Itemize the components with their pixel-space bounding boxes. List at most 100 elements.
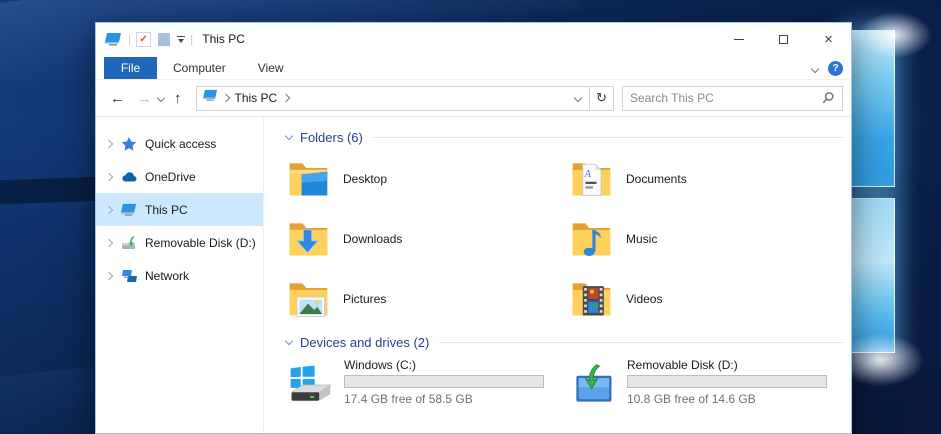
search-icon[interactable] [821, 91, 835, 105]
back-icon[interactable]: ← [110, 91, 125, 106]
this-pc-breadcrumb-icon [203, 89, 219, 107]
tab-file[interactable]: File [104, 57, 157, 79]
drive-tile-removable-d[interactable]: Removable Disk (D:) 10.8 GB free of 14.6… [569, 358, 851, 410]
sidebar-item-label: Removable Disk (D:) [145, 236, 256, 250]
sidebar-item-network[interactable]: Network [96, 259, 263, 292]
folder-tile-documents[interactable]: A Documents [569, 149, 851, 209]
expand-chevron-icon[interactable] [105, 205, 113, 213]
free-space-text: 10.8 GB free of 14.6 GB [627, 392, 827, 406]
tab-view[interactable]: View [242, 57, 300, 79]
address-toolbar: ← → ↑ This PC ↻ [96, 80, 851, 117]
desktop-folder-icon [286, 158, 330, 200]
folder-tile-music[interactable]: Music [569, 209, 851, 269]
items-view: Folders (6) Desktop A Document [264, 117, 851, 433]
svg-text:A: A [584, 169, 592, 180]
recent-locations-icon[interactable] [157, 94, 165, 102]
sidebar-item-removable-disk[interactable]: Removable Disk (D:) [96, 226, 263, 259]
expand-chevron-icon[interactable] [105, 172, 113, 180]
folder-label: Documents [626, 172, 687, 186]
capacity-bar [627, 375, 827, 388]
customize-quick-access-toolbar-icon[interactable] [177, 36, 185, 43]
forward-icon[interactable]: → [137, 91, 152, 106]
maximize-button[interactable] [761, 23, 806, 55]
sidebar-item-label: Quick access [145, 137, 216, 151]
folder-tile-desktop[interactable]: Desktop [286, 149, 569, 209]
separator: | [128, 32, 131, 46]
navigation-pane: Quick access OneDrive This PC [96, 117, 264, 433]
videos-folder-icon [569, 278, 613, 320]
maximize-icon [779, 35, 788, 44]
title-bar[interactable]: | ✓ | This PC × [96, 23, 851, 55]
help-icon[interactable]: ? [828, 61, 843, 76]
folder-tile-pictures[interactable]: Pictures [286, 269, 569, 329]
removable-drive-icon [121, 235, 138, 251]
sidebar-item-label: This PC [145, 203, 188, 217]
capacity-bar [344, 375, 544, 388]
folder-tile-downloads[interactable]: Downloads [286, 209, 569, 269]
breadcrumb-location[interactable]: This PC [235, 91, 278, 105]
network-icon [121, 268, 138, 284]
this-pc-app-icon [105, 32, 123, 47]
new-folder-quick-icon[interactable] [158, 33, 170, 46]
separator: | [190, 32, 193, 46]
sidebar-item-this-pc[interactable]: This PC [96, 193, 263, 226]
folder-tile-videos[interactable]: Videos [569, 269, 851, 329]
collapse-group-icon[interactable] [285, 132, 293, 140]
drives-grid: Windows (C:) 17.4 GB free of 58.5 GB Rem… [286, 358, 851, 410]
drive-label: Removable Disk (D:) [627, 358, 827, 372]
group-rule [439, 342, 843, 343]
breadcrumb-chevron-icon[interactable] [282, 94, 290, 102]
drive-tile-windows-c[interactable]: Windows (C:) 17.4 GB free of 58.5 GB [286, 358, 569, 410]
folders-grid: Desktop A Documents Downloads [286, 149, 851, 329]
group-rule [373, 137, 843, 138]
ribbon-tabs: File Computer View ? [96, 55, 851, 80]
expand-chevron-icon[interactable] [105, 238, 113, 246]
minimize-button[interactable] [716, 23, 761, 55]
tab-computer[interactable]: Computer [157, 57, 242, 79]
refresh-icon: ↻ [596, 90, 607, 106]
devices-group-header[interactable]: Devices and drives (2) [286, 335, 851, 350]
computer-icon [121, 202, 138, 218]
sidebar-item-quick-access[interactable]: Quick access [96, 127, 263, 160]
sidebar-item-label: OneDrive [145, 170, 196, 184]
search-box[interactable] [622, 86, 843, 111]
folder-label: Pictures [343, 292, 386, 306]
minimize-icon [734, 39, 744, 40]
hard-drive-windows-icon [286, 360, 334, 410]
collapse-group-icon[interactable] [285, 337, 293, 345]
desktop-wallpaper: | ✓ | This PC × File Computer View ? ← [0, 0, 941, 434]
expand-chevron-icon[interactable] [105, 139, 113, 147]
windows-logo-pane-bottom [849, 198, 895, 353]
refresh-button[interactable]: ↻ [590, 86, 614, 111]
star-icon [121, 136, 138, 152]
close-icon: × [824, 32, 833, 47]
expand-ribbon-icon[interactable] [811, 64, 819, 72]
folders-group-header[interactable]: Folders (6) [286, 130, 851, 145]
properties-quick-icon[interactable]: ✓ [136, 32, 151, 47]
address-dropdown-icon[interactable] [574, 94, 582, 102]
file-explorer-window: | ✓ | This PC × File Computer View ? ← [95, 22, 852, 434]
close-button[interactable]: × [806, 23, 851, 55]
folder-label: Videos [626, 292, 662, 306]
windows-logo-pane-top [849, 30, 895, 187]
folder-label: Desktop [343, 172, 387, 186]
drive-label: Windows (C:) [344, 358, 544, 372]
address-bar[interactable]: This PC [196, 86, 591, 111]
music-folder-icon [569, 218, 613, 260]
documents-folder-icon: A [569, 158, 613, 200]
group-title: Devices and drives (2) [300, 335, 429, 350]
sidebar-item-onedrive[interactable]: OneDrive [96, 160, 263, 193]
folder-label: Downloads [343, 232, 402, 246]
breadcrumb-chevron-icon[interactable] [221, 94, 229, 102]
window-controls: × [716, 23, 851, 55]
folder-label: Music [626, 232, 657, 246]
expand-chevron-icon[interactable] [105, 271, 113, 279]
pictures-folder-icon [286, 278, 330, 320]
up-icon[interactable]: ↑ [174, 91, 182, 106]
search-input[interactable] [630, 91, 821, 105]
free-space-text: 17.4 GB free of 58.5 GB [344, 392, 544, 406]
cloud-icon [121, 169, 138, 185]
window-title: This PC [202, 32, 245, 46]
removable-disk-icon [569, 360, 617, 410]
group-title: Folders (6) [300, 130, 363, 145]
